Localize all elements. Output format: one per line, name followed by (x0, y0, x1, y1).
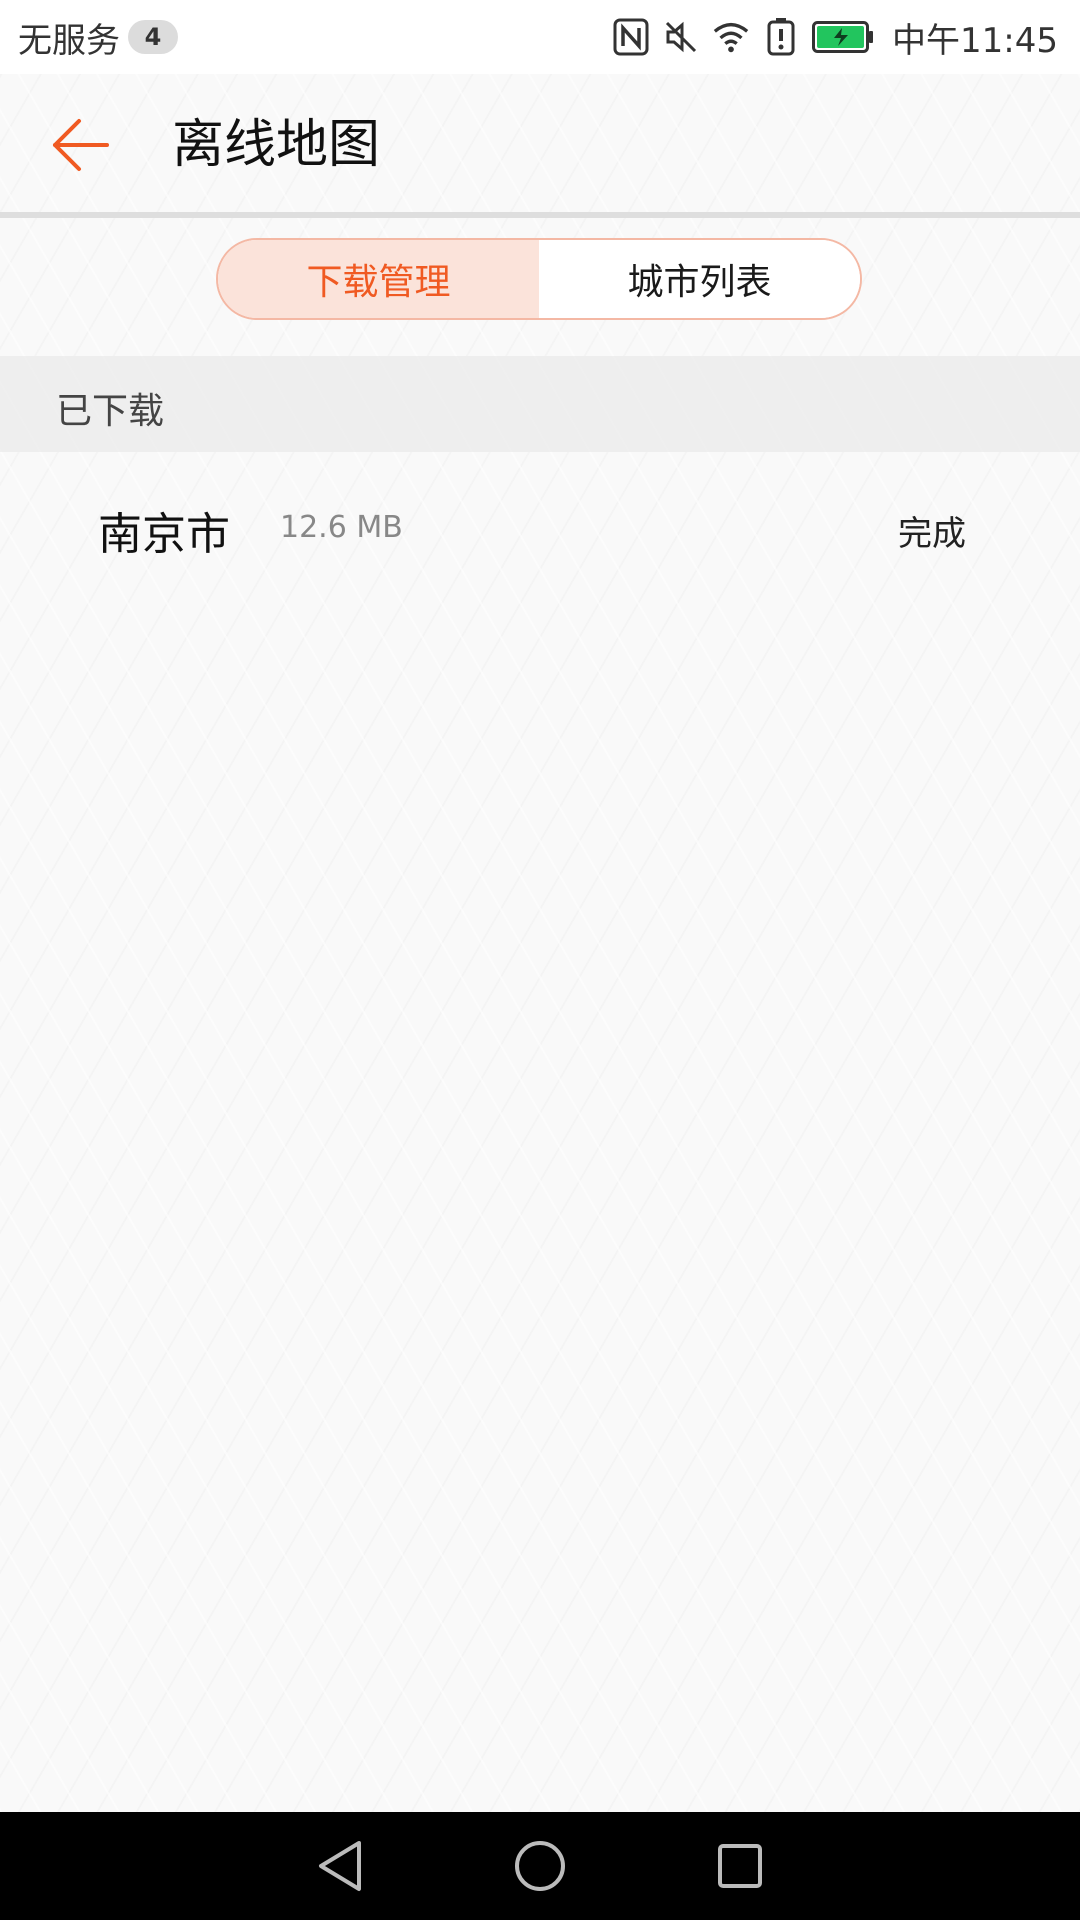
home-circle-icon (515, 1841, 565, 1891)
mute-icon (662, 18, 700, 56)
app-bar-divider (0, 212, 1080, 218)
nav-back-button[interactable] (310, 1836, 370, 1896)
clock: 中午11:45 (892, 20, 1058, 61)
list-item[interactable]: 南京市 12.6 MB 完成 (0, 468, 1080, 588)
segmented-tabs: 下载管理 城市列表 (216, 238, 862, 320)
app-bar: 离线地图 (0, 74, 1080, 214)
nav-recents-button[interactable] (710, 1836, 770, 1896)
back-arrow-icon (53, 119, 109, 171)
tab-download-management[interactable]: 下载管理 (218, 240, 539, 318)
battery-charging-icon (812, 18, 874, 56)
city-name: 南京市 (98, 509, 230, 560)
alert-icon (762, 18, 800, 56)
tab-city-list[interactable]: 城市列表 (539, 240, 860, 318)
status-bar: 无服务 4 中午11:45 (0, 0, 1080, 74)
wifi-icon (712, 18, 750, 56)
navigation-bar (0, 1812, 1080, 1920)
carrier-text: 无服务 (18, 20, 120, 61)
download-status: 完成 (898, 514, 966, 554)
back-button[interactable] (48, 112, 114, 178)
sim-badge: 4 (128, 20, 178, 54)
page-title: 离线地图 (172, 115, 381, 175)
nav-home-button[interactable] (510, 1836, 570, 1896)
status-left: 无服务 4 (18, 14, 178, 61)
back-triangle-icon (319, 1841, 361, 1891)
section-title: 已下载 (56, 391, 165, 432)
recents-square-icon (718, 1844, 762, 1888)
nfc-icon (612, 18, 650, 56)
downloaded-section-header: 已下载 (0, 356, 1080, 452)
status-right: 中午11:45 (612, 12, 1058, 62)
city-size: 12.6 MB (280, 510, 403, 545)
